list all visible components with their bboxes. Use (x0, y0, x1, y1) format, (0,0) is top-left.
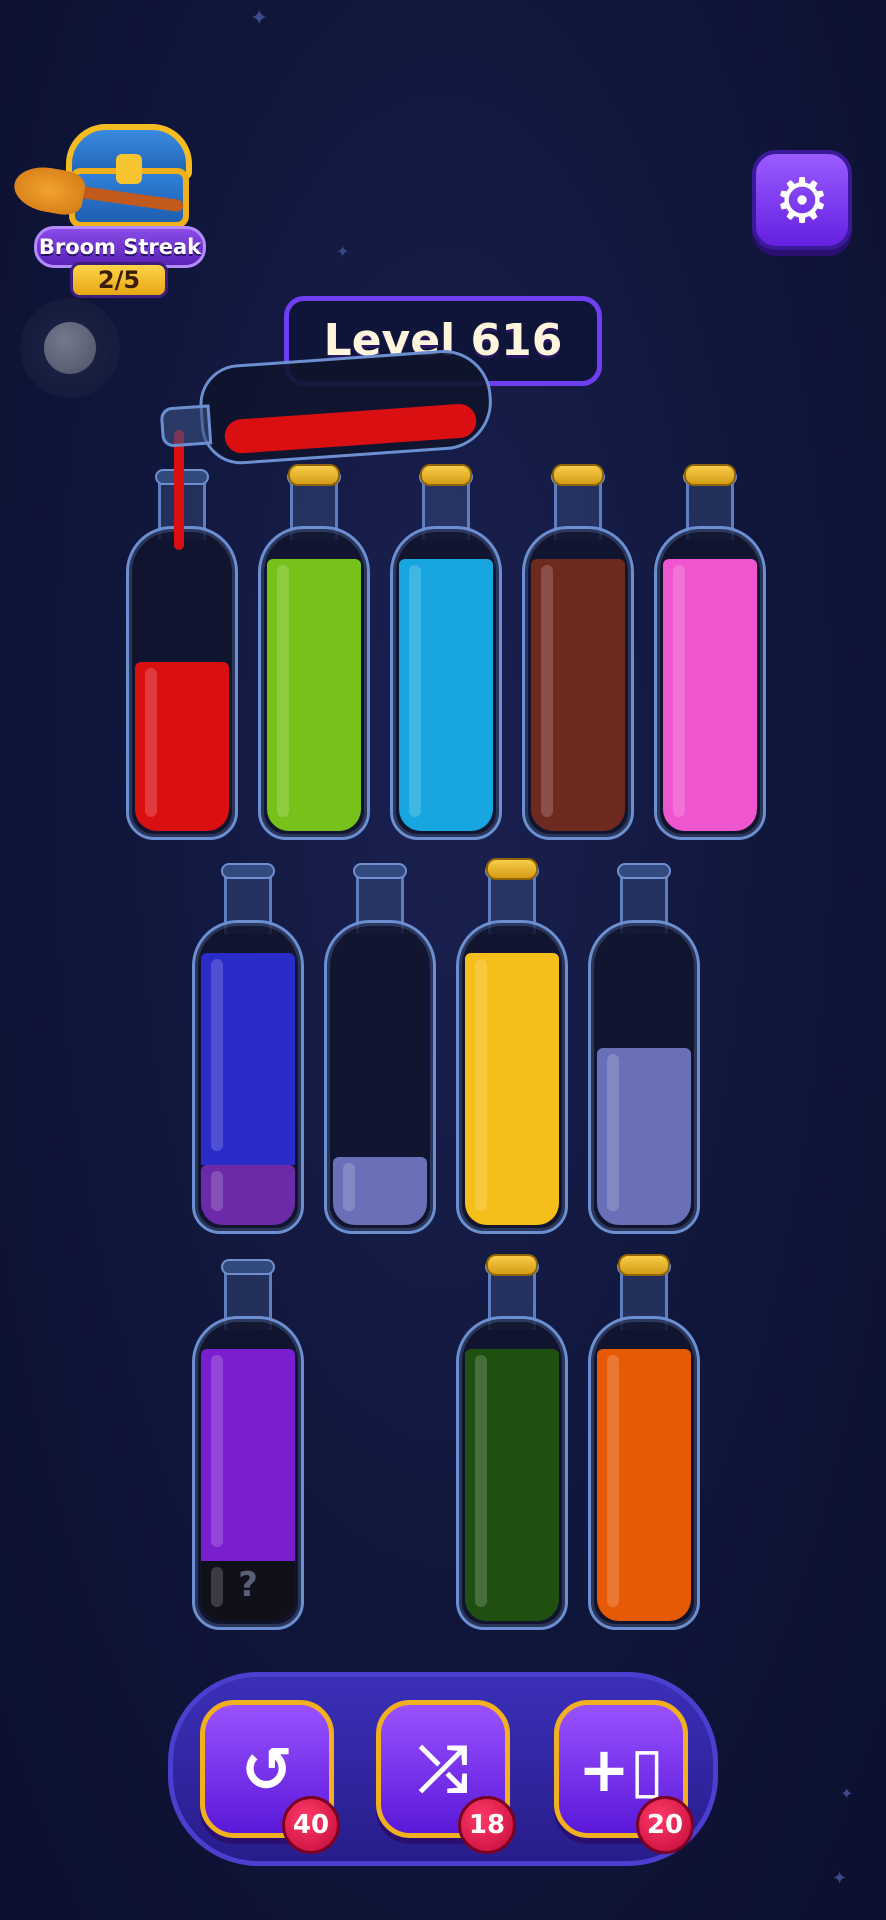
lock-icon (116, 154, 142, 184)
bottle[interactable] (258, 464, 370, 840)
bottle-glass (588, 1316, 700, 1630)
count-badge: 40 (282, 1796, 340, 1854)
star-decoration: ✦ (840, 1784, 854, 1803)
bottle-glass (654, 526, 766, 840)
bottle[interactable] (456, 858, 568, 1234)
hidden-color-marker: ? (238, 1565, 258, 1605)
liquid-layer (201, 953, 295, 1165)
pouring-bottle-neck (159, 404, 213, 448)
pouring-bottle (156, 336, 504, 479)
cork-icon (486, 1254, 538, 1276)
star-decoration: ✦ (250, 6, 269, 31)
bottle[interactable] (456, 1254, 568, 1630)
bottle-glass (522, 526, 634, 840)
bottle[interactable] (324, 863, 436, 1234)
count-badge: 20 (636, 1796, 694, 1854)
liquid-layer (465, 1349, 559, 1621)
bottle-glass (192, 920, 304, 1234)
bottle-glass (588, 920, 700, 1234)
star-decoration: ✦ (336, 242, 350, 261)
liquid-layer (597, 1349, 691, 1621)
liquid-layer (465, 953, 559, 1225)
undo-icon: ↺ (241, 1732, 293, 1806)
cork-icon (552, 464, 604, 486)
cork-icon (618, 1254, 670, 1276)
liquid-layer (663, 559, 757, 831)
star-decoration: ✦ (832, 1868, 848, 1889)
bottle[interactable] (522, 464, 634, 840)
bottle-glass (456, 1316, 568, 1630)
count-badge: 18 (458, 1796, 516, 1854)
cork-icon (684, 464, 736, 486)
pouring-liquid (223, 402, 478, 455)
liquid-layer (135, 662, 229, 831)
liquid-layer (597, 1048, 691, 1225)
pouring-bottle-glass (196, 346, 496, 467)
bottle[interactable]: ? (192, 1259, 304, 1630)
bottle-glass (456, 920, 568, 1234)
liquid-layer (531, 559, 625, 831)
add-bottle-icon: +▯ (577, 1732, 665, 1806)
bottle[interactable] (390, 464, 502, 840)
liquid-layer (267, 559, 361, 831)
streak-count: 2/5 (70, 262, 168, 298)
bottle-glass: ? (192, 1316, 304, 1630)
broom-streak-widget[interactable]: Broom Streak 2/5 (10, 118, 214, 303)
bottle[interactable] (588, 863, 700, 1234)
liquid-layer (201, 1165, 295, 1225)
cork-icon (486, 858, 538, 880)
bottle[interactable] (588, 1254, 700, 1630)
bottle[interactable] (654, 464, 766, 840)
bottle-glass (126, 526, 238, 840)
shuffle-icon: ⤮ (418, 1732, 468, 1805)
liquid-layer (399, 559, 493, 831)
joystick-button[interactable] (20, 298, 120, 398)
settings-button[interactable]: ⚙ (752, 150, 852, 250)
bottle-glass (324, 920, 436, 1234)
cork-icon (420, 464, 472, 486)
bottle-glass (258, 526, 370, 840)
liquid-layer (201, 1349, 295, 1561)
liquid-layer (333, 1157, 427, 1225)
bottle-glass (390, 526, 502, 840)
bottle[interactable] (192, 863, 304, 1234)
gear-icon: ⚙ (774, 163, 830, 237)
joystick-knob (44, 322, 96, 374)
